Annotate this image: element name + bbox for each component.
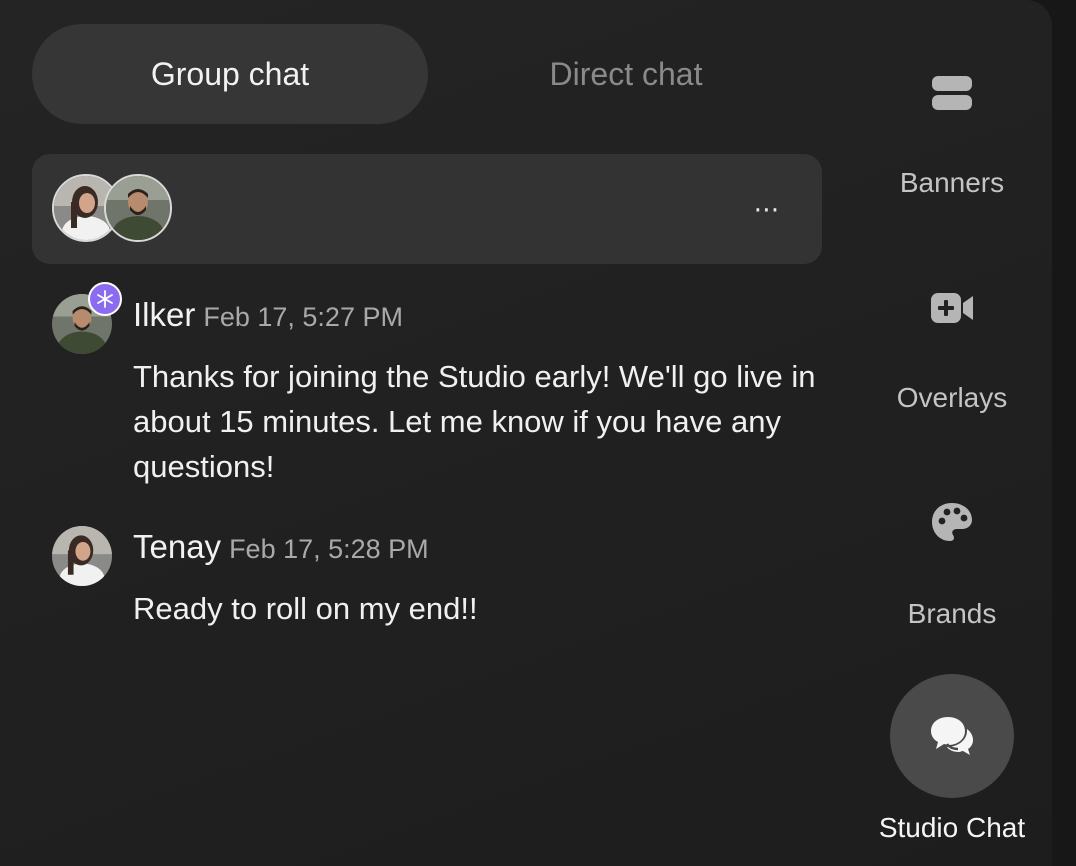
- message-timestamp: Feb 17, 5:27 PM: [203, 302, 403, 332]
- video-plus-icon: [931, 293, 973, 323]
- message-header: Tenay Feb 17, 5:28 PM: [133, 528, 429, 566]
- sidebar-item-banners[interactable]: Banners: [880, 64, 1024, 199]
- participants-bar: ⋯: [32, 154, 822, 264]
- tab-group-chat[interactable]: Group chat: [32, 24, 428, 124]
- message-author: Ilker: [133, 296, 196, 333]
- sidebar-item-overlays[interactable]: Overlays: [880, 278, 1024, 414]
- chat-bubbles-icon: [931, 717, 973, 755]
- sidebar-item-label: Banners: [899, 167, 1005, 198]
- tab-direct-chat[interactable]: Direct chat: [428, 24, 824, 124]
- host-asterisk-badge: [88, 282, 122, 316]
- message-author: Tenay: [133, 528, 222, 565]
- message-text: Thanks for joining the Studio early! We'…: [133, 359, 816, 484]
- banners-icon: [932, 76, 972, 110]
- message-text: Ready to roll on my end!!: [133, 591, 478, 626]
- sidebar-item-label: Overlays: [896, 382, 1008, 413]
- ellipsis-icon: ⋯: [753, 193, 781, 224]
- participant-avatar-ilker: [104, 174, 172, 242]
- message-timestamp: Feb 17, 5:28 PM: [229, 534, 429, 564]
- studio-chat-panel: Group chat Direct chat ⋯ Ilker Feb 17, 5…: [0, 0, 1052, 866]
- sidebar-item-studio-chat[interactable]: Studio Chat: [864, 674, 1040, 844]
- tab-group-chat-label: Group chat: [150, 55, 310, 92]
- more-options-button[interactable]: ⋯: [744, 186, 790, 232]
- message-header: Ilker Feb 17, 5:27 PM: [133, 296, 403, 334]
- sidebar-item-label: Brands: [907, 598, 997, 629]
- active-nav-indicator: [890, 674, 1014, 798]
- tab-direct-chat-label: Direct chat: [549, 55, 703, 92]
- asterisk-icon: [97, 290, 113, 308]
- avatar: [52, 526, 112, 586]
- sidebar-item-label: Studio Chat: [878, 812, 1026, 843]
- palette-icon: [932, 503, 972, 541]
- sidebar-item-brands[interactable]: Brands: [880, 492, 1024, 630]
